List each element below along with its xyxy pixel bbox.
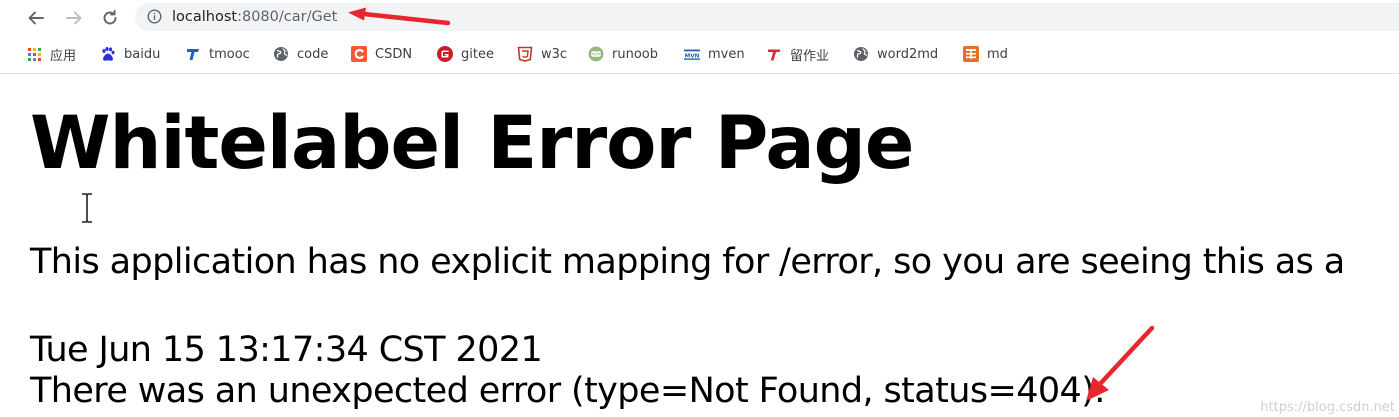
bookmark-csdn[interactable]: CSDN (351, 44, 412, 64)
bookmark-apps[interactable]: 应用 (26, 44, 76, 64)
text-cursor-icon (82, 193, 92, 223)
url-text[interactable]: localhost:8080/car/Get (172, 7, 337, 27)
mvn-icon: MVN (684, 46, 700, 62)
runoob-icon: </> (588, 46, 604, 62)
error-timestamp: Tue Jun 15 13:17:34 CST 2021 (30, 330, 543, 370)
bookmark-md[interactable]: md (963, 44, 1008, 64)
bookmark-tmooc[interactable]: tmooc (185, 44, 250, 64)
bookmark-mven[interactable]: MVN mven (684, 44, 745, 64)
reload-button[interactable] (98, 6, 122, 30)
back-button[interactable] (24, 6, 48, 30)
info-icon[interactable] (147, 9, 162, 24)
url-path: :8080/car/Get (237, 9, 338, 25)
bookmark-label: mven (708, 46, 745, 62)
error-message: This application has no explicit mapping… (30, 242, 1345, 282)
apps-grid-icon (26, 46, 42, 62)
bookmark-baidu[interactable]: baidu (100, 44, 160, 64)
address-bar[interactable]: localhost:8080/car/Get (135, 3, 1399, 31)
gitee-icon (437, 46, 453, 62)
browser-toolbar: localhost:8080/car/Get (0, 0, 1399, 36)
bookmark-label: md (987, 46, 1008, 62)
bookmarks-bar: 应用 baidu tmooc code CSDN gitee w3c </> r… (0, 36, 1399, 74)
tmooc-icon (185, 46, 201, 62)
bookmark-label: 留作业 (790, 48, 830, 64)
bookmark-label: code (297, 46, 329, 62)
bookmark-code[interactable]: code (273, 44, 328, 64)
jian-icon (963, 46, 979, 62)
bookmark-word2md[interactable]: word2md (853, 44, 938, 64)
bookmark-label: baidu (124, 46, 161, 62)
bookmark-label: 应用 (50, 48, 77, 64)
error-status-line: There was an unexpected error (type=Not … (30, 371, 1105, 411)
page-title: Whitelabel Error Page (30, 101, 914, 186)
bookmark-label: gitee (461, 46, 494, 62)
reload-icon (103, 9, 117, 25)
bookmark-runoob[interactable]: </> runoob (588, 44, 658, 64)
page-content: Whitelabel Error Page This application h… (0, 74, 1399, 417)
arrow-right-icon (66, 11, 82, 25)
bookmark-label: word2md (877, 46, 939, 62)
bookmark-gitee[interactable]: gitee (437, 44, 494, 64)
w3c-icon (517, 46, 533, 62)
bookmark-label: tmooc (209, 46, 250, 62)
globe-icon (273, 46, 289, 62)
bookmark-w3c[interactable]: w3c (517, 44, 567, 64)
t-logo-icon (766, 46, 782, 62)
arrow-left-icon (28, 11, 44, 25)
url-host: localhost (172, 9, 238, 25)
forward-button[interactable] (62, 6, 86, 30)
csdn-icon (351, 46, 367, 62)
globe-icon (853, 46, 869, 62)
bookmark-label: CSDN (375, 46, 413, 62)
watermark: https://blog.csdn.net (1260, 400, 1395, 415)
baidu-paw-icon (100, 46, 116, 62)
bookmark-label: w3c (541, 46, 568, 62)
bookmark-label: runoob (612, 46, 658, 62)
svg-text:</>: </> (591, 52, 600, 58)
bookmark-homework[interactable]: 留作业 (766, 44, 829, 64)
